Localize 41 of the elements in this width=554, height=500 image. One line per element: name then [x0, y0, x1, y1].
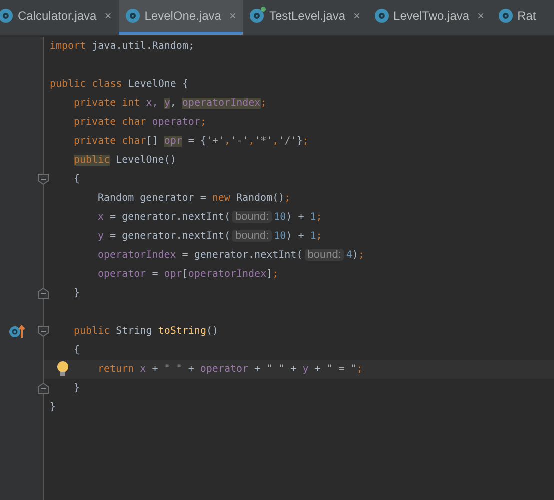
tab-label: LevelOne.java — [144, 8, 222, 25]
lightbulb-icon[interactable] — [57, 361, 69, 377]
code-line: private char[] opr = {'+','-','*','/'}; — [74, 135, 309, 149]
code-line: { — [74, 173, 80, 187]
class-icon — [0, 9, 13, 23]
parameter-hint: bound: — [232, 211, 272, 224]
code-line: public class LevelOne { — [50, 78, 188, 92]
code-line: import java.util.Random; — [50, 40, 194, 54]
code-line: x = generator.nextInt( bound: 10) + 1; — [98, 210, 322, 226]
fold-end-icon[interactable] — [38, 383, 49, 394]
class-icon — [126, 9, 140, 23]
code-line: private char operator; — [74, 116, 206, 130]
code-line: y = generator.nextInt( bound: 10) + 1; — [98, 229, 322, 244]
close-icon[interactable]: × — [229, 7, 236, 25]
fold-start-icon[interactable] — [38, 174, 49, 185]
close-icon[interactable]: × — [354, 7, 361, 25]
code-line: return x + " " + operator + " " + y + " = "; — [98, 363, 363, 377]
file-tab[interactable]: LevelOne.java × — [118, 0, 244, 35]
code-line: } — [74, 287, 80, 301]
tab-label: TestLevel.java — [269, 8, 346, 25]
parameter-hint: bound: — [304, 249, 344, 262]
tab-label: LevelTwo.java — [394, 8, 470, 25]
parameter-hint: bound: — [232, 230, 272, 242]
code-line: operator = opr[operatorIndex]; — [98, 268, 279, 282]
code-line: public String toString() — [74, 325, 219, 339]
code-line: } — [50, 401, 56, 415]
code-line: Random generator = new Random(); — [98, 192, 291, 206]
class-icon — [374, 9, 389, 23]
tab-label: Calculator.java — [18, 8, 97, 25]
close-icon[interactable]: × — [104, 7, 112, 25]
fold-start-icon[interactable] — [38, 326, 49, 337]
code-line: } — [74, 382, 80, 396]
class-icon — [498, 9, 513, 23]
code-line: operatorIndex = generator.nextInt( bound: 4); — [98, 248, 364, 264]
override-icon[interactable] — [9, 324, 25, 339]
close-icon[interactable]: × — [478, 7, 485, 25]
code-line: private int x, y, operatorIndex; — [74, 97, 267, 111]
fold-end-icon[interactable] — [38, 288, 49, 299]
tab-label: Rat — [518, 8, 536, 25]
code-line: { — [74, 344, 80, 358]
code-line: public LevelOne() — [74, 154, 176, 168]
